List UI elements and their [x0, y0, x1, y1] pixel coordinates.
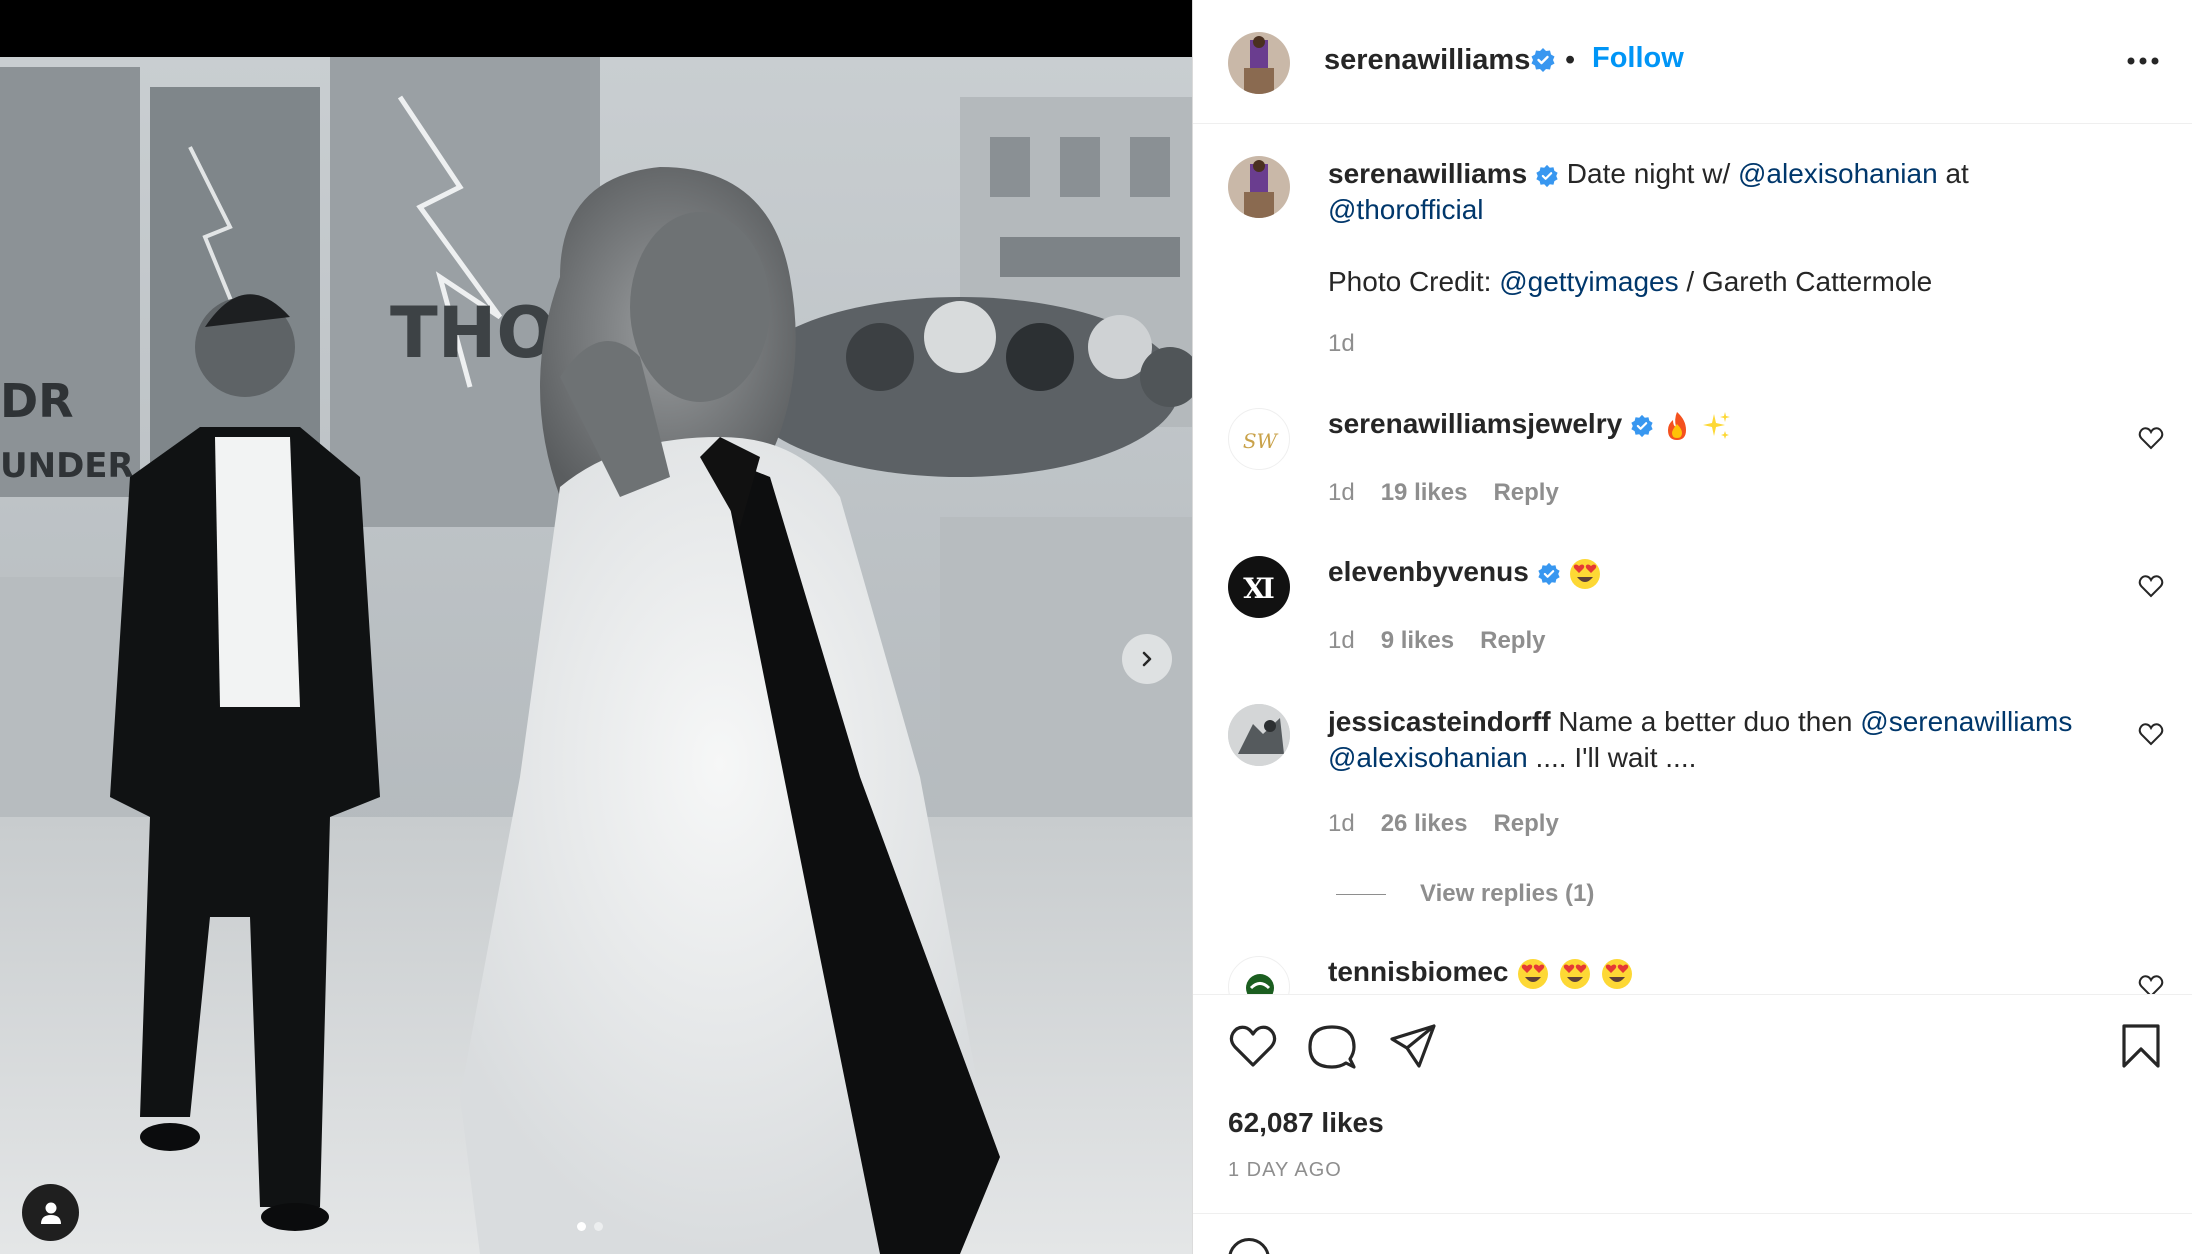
author-username[interactable]: serenawilliams [1324, 44, 1530, 77]
comment-text: serenawilliamsjewelry [1328, 406, 2138, 442]
comment-likes[interactable]: 19 likes [1381, 479, 1468, 507]
replies-divider [1336, 893, 1386, 895]
comments-list: serenawilliams Date night w/ @alexisohan… [1193, 124, 2192, 994]
mention-link[interactable]: @alexisohanian [1328, 742, 1528, 773]
caption-username[interactable]: serenawilliams [1328, 158, 1527, 189]
share-icon[interactable] [1389, 1023, 1437, 1069]
post-actions: 62,087 likes 1 DAY AGO [1193, 994, 2192, 1254]
sparkles-emoji-icon [1702, 411, 1730, 439]
post-header: serenawilliams • Follow [1193, 0, 2192, 124]
header-separator: • [1565, 44, 1576, 76]
post-photo-area: THOR DR UNDER [0, 0, 1192, 1254]
chevron-right-icon [1142, 651, 1152, 667]
comment-icon[interactable] [1308, 1023, 1356, 1071]
comment-text: jessicasteindorff Name a better duo then… [1328, 704, 2138, 776]
view-replies-label: View replies (1) [1420, 880, 1595, 907]
comment-username[interactable]: tennisbiomec [1328, 956, 1508, 987]
reply-button[interactable]: Reply [1493, 810, 1558, 838]
commenter-avatar[interactable] [1228, 956, 1290, 994]
photo-top-bar [0, 0, 1192, 57]
post-time[interactable]: 1 DAY AGO [1228, 1159, 1342, 1182]
comment-likes[interactable]: 9 likes [1381, 627, 1454, 655]
mention-link[interactable]: @gettyimages [1499, 266, 1678, 297]
mention-link[interactable]: @alexisohanian [1738, 158, 1938, 189]
carousel-indicator [577, 1222, 603, 1231]
caption-avatar[interactable] [1228, 156, 1290, 218]
fire-emoji-icon [1667, 411, 1686, 440]
avatar-monogram: SW [1243, 429, 1279, 453]
svg-text:DR: DR [0, 374, 74, 428]
user-tags-button[interactable] [22, 1184, 79, 1241]
caption-meta: 1d [1328, 330, 1355, 358]
verified-badge-icon [1631, 414, 1653, 437]
heart-eyes-emoji-icon [1601, 958, 1632, 989]
photo-credit-label: Photo Credit: [1328, 266, 1500, 297]
caption-text: serenawilliams Date night w/ @alexisohan… [1328, 156, 2138, 300]
comment-body: .... I'll wait .... [1527, 742, 1697, 773]
commenter-avatar[interactable]: Ⅺ [1228, 556, 1290, 618]
heart-eyes-emoji-icon [1570, 558, 1601, 589]
carousel-dot-active [577, 1222, 586, 1231]
carousel-dot [594, 1222, 603, 1231]
verified-badge-icon [1536, 164, 1558, 187]
comment-heart-icon[interactable] [2138, 426, 2164, 450]
add-comment-bar [1193, 1213, 2192, 1254]
comment-body: Name a better duo then [1550, 706, 1861, 737]
more-options-icon[interactable] [2123, 46, 2163, 76]
comment-heart-icon[interactable] [2138, 574, 2164, 598]
comment-username[interactable]: serenawilliamsjewelry [1328, 408, 1622, 439]
author-avatar[interactable] [1228, 32, 1290, 94]
likes-count[interactable]: 62,087 likes [1228, 1107, 1384, 1139]
caption-text-part: Date night w/ [1566, 158, 1738, 189]
commenter-avatar[interactable]: SW [1228, 408, 1290, 470]
comment-likes[interactable]: 26 likes [1381, 810, 1468, 838]
comment-text: tennisbiomec [1328, 954, 2138, 991]
emoji-picker-icon[interactable] [1228, 1238, 1270, 1254]
comment-meta: 1d 26 likes Reply [1328, 810, 1559, 838]
comment-time[interactable]: 1d [1328, 810, 1355, 838]
reply-button[interactable]: Reply [1480, 627, 1545, 655]
avatar-monogram: Ⅺ [1243, 572, 1275, 605]
comment-meta: 1d 9 likes Reply [1328, 627, 1545, 655]
bookmark-icon[interactable] [2121, 1023, 2161, 1069]
comment-heart-icon[interactable] [2138, 722, 2164, 746]
comment-text: elevenbyvenus [1328, 554, 2138, 591]
comment-time[interactable]: 1d [1328, 627, 1355, 655]
post-photo[interactable]: THOR DR UNDER [0, 57, 1192, 1254]
heart-icon[interactable] [1228, 1023, 1278, 1069]
mention-link[interactable]: @serenawilliams [1860, 706, 2072, 737]
commenter-avatar[interactable] [1228, 704, 1290, 766]
follow-button[interactable]: Follow [1592, 42, 1684, 75]
comment-heart-icon[interactable] [2138, 974, 2164, 994]
comment-username[interactable]: elevenbyvenus [1328, 556, 1529, 587]
photo-credit-name: / Gareth Cattermole [1678, 266, 1933, 297]
verified-badge-icon [1531, 48, 1555, 72]
verified-badge-icon [1537, 562, 1560, 585]
view-replies-button[interactable]: View replies (1) [1336, 880, 1594, 908]
caption-text-part: at [1937, 158, 1969, 189]
heart-eyes-emoji-icon [1518, 958, 1549, 989]
carousel-next-button[interactable] [1122, 634, 1172, 684]
svg-text:UNDER: UNDER [0, 446, 134, 486]
comment-username[interactable]: jessicasteindorff [1328, 706, 1551, 737]
user-tag-icon [40, 1202, 61, 1224]
comment-meta: 1d 19 likes Reply [1328, 479, 1559, 507]
comment-time[interactable]: 1d [1328, 479, 1355, 507]
reply-button[interactable]: Reply [1493, 479, 1558, 507]
caption-time[interactable]: 1d [1328, 330, 1355, 358]
heart-eyes-emoji-icon [1560, 958, 1591, 989]
mention-link[interactable]: @thorofficial [1328, 194, 1484, 225]
post-details-panel: serenawilliams • Follow serenawilliams D… [1192, 0, 2192, 1254]
